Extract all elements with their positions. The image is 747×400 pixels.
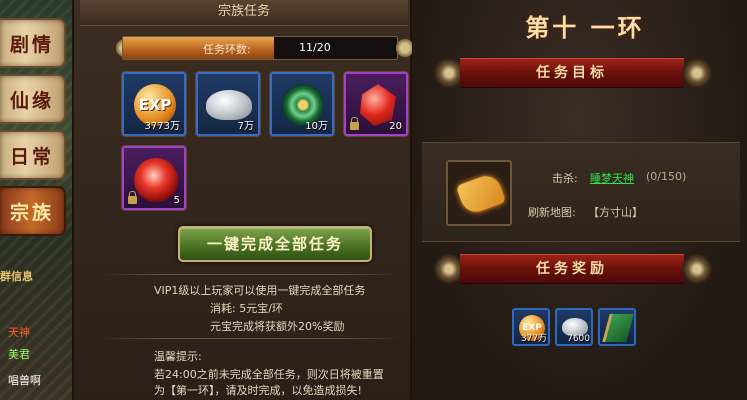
tab-clan-label: 宗族 xyxy=(9,201,54,224)
kill-label: 击杀: xyxy=(552,172,578,185)
item-slot-exp[interactable]: EXP 3773万 xyxy=(122,72,186,136)
reward-slot-flag[interactable] xyxy=(598,308,636,346)
item-slot-red-orb[interactable]: 5 xyxy=(122,146,186,210)
red-crystal-icon xyxy=(360,84,396,126)
item-slot-silver[interactable]: 7万 xyxy=(196,72,260,136)
tab-story-label: 剧情 xyxy=(9,33,54,56)
ring-title: 第十 一环 xyxy=(525,13,645,42)
chat-name-1: 天神 xyxy=(8,326,30,339)
divider xyxy=(100,274,400,275)
clan-task-header: 宗族任务 xyxy=(80,0,408,26)
cost-note: 消耗: 5元宝/环 xyxy=(210,302,283,315)
tab-clan[interactable]: 宗族 xyxy=(0,186,66,236)
task-progress-fill xyxy=(123,37,274,59)
banner-right-ornament-icon xyxy=(682,254,712,284)
reward-slot-exp[interactable]: EXP 377万 xyxy=(512,308,550,346)
item-qty: 5 xyxy=(173,195,180,206)
item-qty: 20 xyxy=(389,121,402,132)
reward-qty: 377万 xyxy=(520,334,547,344)
kill-target-link[interactable]: 睡梦天神 xyxy=(590,170,634,186)
tab-story[interactable]: 剧情 xyxy=(0,18,66,68)
refresh-map-link[interactable]: 【方寸山】 xyxy=(588,204,643,220)
tab-fate[interactable]: 仙缘 xyxy=(0,74,66,124)
tab-daily[interactable]: 日常 xyxy=(0,130,66,180)
complete-all-button[interactable]: 一键完成全部任务 xyxy=(178,226,372,262)
refresh-map-label: 刷新地图: xyxy=(528,206,576,219)
vip-note: VIP1级以上玩家可以使用一键完成全部任务 xyxy=(154,284,366,297)
item-qty: 3773万 xyxy=(144,121,180,132)
reward-banner: 任务奖励 xyxy=(460,254,684,284)
kill-count: (0/150) xyxy=(646,170,687,183)
flag-icon xyxy=(602,314,634,342)
reward-qty: 7600 xyxy=(567,334,590,344)
divider xyxy=(100,338,400,339)
tip-line-2: 为【第一环】，请及时完成，以免造成损失! xyxy=(154,384,362,397)
side-chat-area: 群信息 天神 美君 唱兽啊 xyxy=(0,262,72,400)
exp-label: EXP xyxy=(138,96,172,114)
red-orb-icon xyxy=(134,158,178,202)
tab-fate-label: 仙缘 xyxy=(9,89,54,112)
quest-scroll-slot[interactable] xyxy=(446,160,512,226)
lock-icon xyxy=(128,191,137,204)
item-slot-jade[interactable]: 10万 xyxy=(270,72,334,136)
map-background: 剧情 仙缘 日常 宗族 群信息 天神 美君 唱兽啊 xyxy=(0,0,72,400)
item-qty: 7万 xyxy=(237,121,254,132)
lock-icon xyxy=(350,117,359,130)
group-info-label: 群信息 xyxy=(0,270,33,283)
tab-daily-label: 日常 xyxy=(9,145,54,168)
bonus-note: 元宝完成将获额外20%奖励 xyxy=(210,320,345,333)
progress-label: 任务环数: xyxy=(203,43,251,56)
task-progress-bar: 任务环数: 11/20 xyxy=(122,36,398,60)
chat-name-3: 唱兽啊 xyxy=(8,374,41,387)
item-qty: 10万 xyxy=(305,121,328,132)
silver-ingot-icon xyxy=(206,90,252,120)
reward-slot-silver[interactable]: 7600 xyxy=(555,308,593,346)
tip-title: 温馨提示: xyxy=(154,350,202,363)
item-slot-red-crystal[interactable]: 20 xyxy=(344,72,408,136)
tip-line-1: 若24:00之前未完成全部任务，则次日将被重置 xyxy=(154,368,384,381)
progress-value: 11/20 xyxy=(299,41,331,54)
scroll-icon xyxy=(455,171,507,217)
banner-right-ornament-icon xyxy=(682,58,712,88)
objective-banner: 任务目标 xyxy=(460,58,684,88)
chat-name-2: 美君 xyxy=(8,348,30,361)
